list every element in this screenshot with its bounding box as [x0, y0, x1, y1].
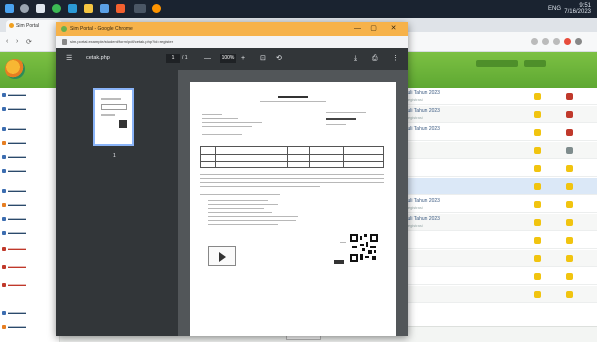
- windows-start-icon[interactable]: [5, 4, 14, 13]
- row-date: Juli Tahun 2023: [405, 108, 440, 114]
- status-badge[interactable]: [566, 255, 573, 262]
- system-tray: ENG 9:51 7/16/2023: [548, 3, 591, 15]
- rotate-icon[interactable]: ⟲: [276, 54, 282, 63]
- status-badge[interactable]: [566, 129, 573, 136]
- row-date: Juli Tahun 2023: [405, 198, 440, 204]
- sidebar-item[interactable]: ▬▬▬▬: [0, 154, 60, 160]
- status-badge[interactable]: [566, 273, 573, 280]
- back-icon[interactable]: ‹: [6, 38, 8, 45]
- sidebar-item[interactable]: ▬▬▬▬: [0, 230, 60, 236]
- popup-favicon-icon: [61, 26, 67, 32]
- sidebar-item[interactable]: ▬▬▬▬: [0, 310, 60, 316]
- popup-url[interactable]: sim.portal.example/student/form/pdf/ceta…: [70, 39, 390, 45]
- row-date: Juli Tahun 2023: [405, 216, 440, 222]
- status-badge[interactable]: [566, 111, 573, 118]
- status-badge[interactable]: [534, 93, 541, 100]
- sidebar-item[interactable]: ▬▬▬▬: [0, 92, 60, 98]
- store-icon[interactable]: [100, 4, 109, 13]
- zoom-out-icon[interactable]: —: [204, 54, 211, 63]
- favicon-icon: [9, 23, 14, 28]
- sidebar-item[interactable]: ▬▬▬▬: [0, 216, 60, 222]
- popup-title-bar: Sim Portal - Google Chrome — ▢ ✕: [56, 22, 408, 36]
- zoom-input[interactable]: 100%: [220, 54, 236, 63]
- reload-icon[interactable]: ⟳: [26, 38, 32, 46]
- header-logout-button[interactable]: [524, 60, 546, 67]
- app-icon[interactable]: [116, 4, 125, 13]
- page-thumbnail[interactable]: [93, 88, 134, 146]
- status-badge[interactable]: [534, 165, 541, 172]
- pdf-toolbar: ☰ cetak.php 1 / 1 — 100% + ⊡ ⟲ ⤓ ⎙ ⋮: [56, 48, 408, 70]
- pdf-popup-window: Sim Portal - Google Chrome — ▢ ✕ sim.por…: [56, 22, 408, 336]
- status-badge[interactable]: [534, 129, 541, 136]
- pdf-filename: cetak.php: [86, 55, 110, 61]
- language-indicator[interactable]: ENG: [548, 6, 561, 12]
- play-placeholder: [208, 246, 236, 266]
- sidebar-item[interactable]: ▬▬▬▬: [0, 168, 60, 174]
- sidebar-item[interactable]: ▬▬▬▬: [0, 126, 60, 132]
- page-total: / 1: [182, 55, 188, 61]
- search-icon[interactable]: [20, 4, 29, 13]
- status-badge[interactable]: [534, 219, 541, 226]
- sidebar-subitem[interactable]: ▬▬▬▬: [0, 282, 60, 288]
- lock-icon: [62, 39, 67, 45]
- sidebar-item[interactable]: ▬▬▬▬: [0, 106, 60, 112]
- status-badge[interactable]: [534, 273, 541, 280]
- row-date: Juli Tahun 2023: [405, 126, 440, 132]
- status-badge[interactable]: [566, 93, 573, 100]
- print-icon[interactable]: ⎙: [372, 54, 378, 63]
- menu-icon[interactable]: ☰: [66, 54, 72, 63]
- sidebar-subitem[interactable]: ▬▬▬▬: [0, 264, 60, 270]
- status-badge[interactable]: [566, 201, 573, 208]
- status-badge[interactable]: [534, 111, 541, 118]
- edge-icon[interactable]: [68, 4, 77, 13]
- maximize-button[interactable]: ▢: [368, 24, 379, 33]
- status-badge[interactable]: [566, 237, 573, 244]
- task-view-icon[interactable]: [36, 4, 45, 13]
- status-badge[interactable]: [566, 183, 573, 190]
- status-badge[interactable]: [534, 183, 541, 190]
- windows-taskbar: ENG 9:51 7/16/2023: [0, 0, 597, 18]
- sidebar: ▬▬▬▬ ▬▬▬▬ ▬▬▬▬ ▬▬▬▬ ▬▬▬▬ ▬▬▬▬ ▬▬▬▬ ▬▬▬▬ …: [0, 88, 60, 342]
- fit-page-icon[interactable]: ⊡: [260, 54, 266, 63]
- popup-title: Sim Portal - Google Chrome: [70, 26, 133, 32]
- sidebar-item[interactable]: ▬▬▬▬: [0, 140, 60, 146]
- clock-date[interactable]: 7/16/2023: [564, 9, 591, 15]
- firefox-icon[interactable]: [152, 4, 161, 13]
- status-badge[interactable]: [566, 147, 573, 154]
- status-badge[interactable]: [534, 291, 541, 298]
- close-button[interactable]: ✕: [388, 24, 399, 33]
- status-badge[interactable]: [566, 291, 573, 298]
- page-number-input[interactable]: 1: [166, 54, 180, 63]
- chrome-running-icon[interactable]: [134, 4, 146, 13]
- zoom-in-icon[interactable]: +: [241, 54, 245, 63]
- minimize-button[interactable]: —: [352, 24, 363, 33]
- sidebar-subitem[interactable]: ▬▬▬▬: [0, 246, 60, 252]
- forward-icon[interactable]: ›: [16, 38, 18, 45]
- portal-logo-icon[interactable]: [5, 59, 25, 79]
- more-icon[interactable]: ⋮: [392, 54, 399, 63]
- browser-tab-title: Sim Portal: [16, 23, 40, 29]
- pdf-table: [200, 146, 384, 168]
- chrome-icon[interactable]: [52, 4, 61, 13]
- row-date: Juli Tahun 2023: [405, 90, 440, 96]
- status-badge[interactable]: [534, 255, 541, 262]
- download-icon[interactable]: ⤓: [354, 54, 357, 63]
- sidebar-item[interactable]: ▬▬▬▬: [0, 188, 60, 194]
- status-badge[interactable]: [566, 219, 573, 226]
- header-user-button[interactable]: [476, 60, 518, 67]
- qr-code: [350, 234, 378, 262]
- browser-tab[interactable]: Sim Portal: [6, 20, 62, 32]
- status-badge[interactable]: [566, 165, 573, 172]
- thumbnail-number: 1: [113, 153, 116, 159]
- popup-address-bar[interactable]: sim.portal.example/student/form/pdf/ceta…: [56, 36, 408, 48]
- extension-icons[interactable]: [531, 38, 591, 45]
- explorer-icon[interactable]: [84, 4, 93, 13]
- status-badge[interactable]: [534, 237, 541, 244]
- sidebar-item[interactable]: ▬▬▬▬: [0, 324, 60, 330]
- sidebar-item[interactable]: ▬▬▬▬: [0, 202, 60, 208]
- status-badge[interactable]: [534, 147, 541, 154]
- pdf-page: [190, 82, 396, 336]
- status-badge[interactable]: [534, 201, 541, 208]
